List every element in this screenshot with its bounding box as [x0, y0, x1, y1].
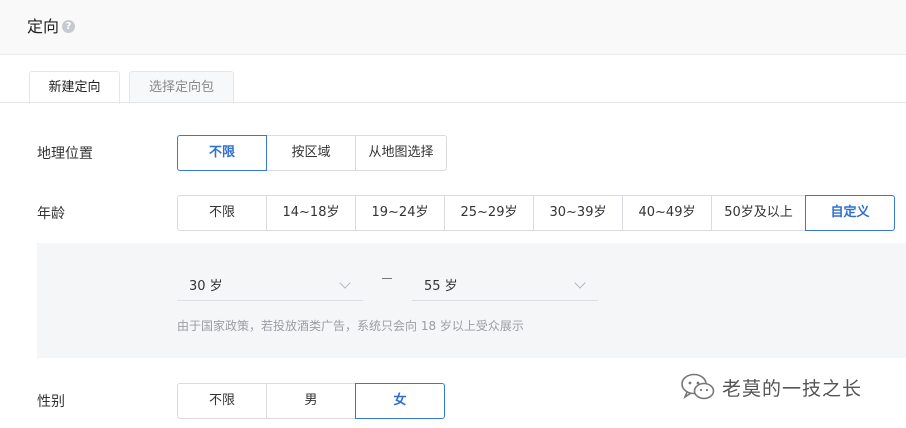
age-option-custom[interactable]: 自定义	[805, 195, 895, 231]
gender-option-group: 不限 男 女	[177, 383, 445, 419]
chevron-down-icon	[339, 277, 351, 289]
page-title: 定向	[27, 17, 60, 36]
gender-label: 性别	[37, 394, 65, 410]
age-option-30-39[interactable]: 30~39岁	[533, 195, 623, 231]
custom-age-panel: 30 岁 55 岁 由于国家政策，若投放酒类广告，系统只会向 18 岁以上受众展…	[37, 243, 906, 358]
age-option-25-29[interactable]: 25~29岁	[444, 195, 534, 231]
tab-select-targeting-package[interactable]: 选择定向包	[129, 71, 234, 102]
gender-option-unlimited[interactable]: 不限	[177, 383, 267, 419]
page-header: 定向 ?	[0, 0, 906, 55]
tab-new-targeting[interactable]: 新建定向	[29, 71, 120, 104]
wechat-icon	[681, 373, 715, 400]
age-min-select[interactable]: 30 岁	[177, 270, 363, 301]
age-min-value: 30 岁	[189, 279, 223, 294]
age-label: 年龄	[37, 206, 65, 222]
location-option-by-region[interactable]: 按区域	[266, 135, 356, 171]
age-option-14-18[interactable]: 14~18岁	[266, 195, 356, 231]
age-option-50-plus[interactable]: 50岁及以上	[711, 195, 806, 231]
chevron-down-icon	[574, 277, 586, 289]
location-option-group: 不限 按区域 从地图选择	[177, 135, 447, 171]
tab-divider	[0, 102, 906, 103]
age-option-group: 不限 14~18岁 19~24岁 25~29岁 30~39岁 40~49岁 50…	[177, 195, 895, 231]
age-option-19-24[interactable]: 19~24岁	[355, 195, 445, 231]
age-max-value: 55 岁	[424, 279, 458, 294]
location-label: 地理位置	[37, 146, 93, 162]
watermark-text: 老莫的一技之长	[722, 377, 863, 400]
location-option-unlimited[interactable]: 不限	[177, 135, 267, 171]
range-separator	[382, 278, 392, 279]
gender-option-male[interactable]: 男	[266, 383, 356, 419]
gender-option-female[interactable]: 女	[355, 383, 445, 419]
age-option-40-49[interactable]: 40~49岁	[622, 195, 712, 231]
age-option-unlimited[interactable]: 不限	[177, 195, 267, 231]
help-icon[interactable]: ?	[62, 20, 75, 33]
location-option-map[interactable]: 从地图选择	[355, 135, 447, 171]
age-policy-notice: 由于国家政策，若投放酒类广告，系统只会向 18 岁以上受众展示	[177, 319, 524, 333]
age-max-select[interactable]: 55 岁	[412, 270, 598, 301]
watermark: 老莫的一技之长	[680, 372, 862, 402]
